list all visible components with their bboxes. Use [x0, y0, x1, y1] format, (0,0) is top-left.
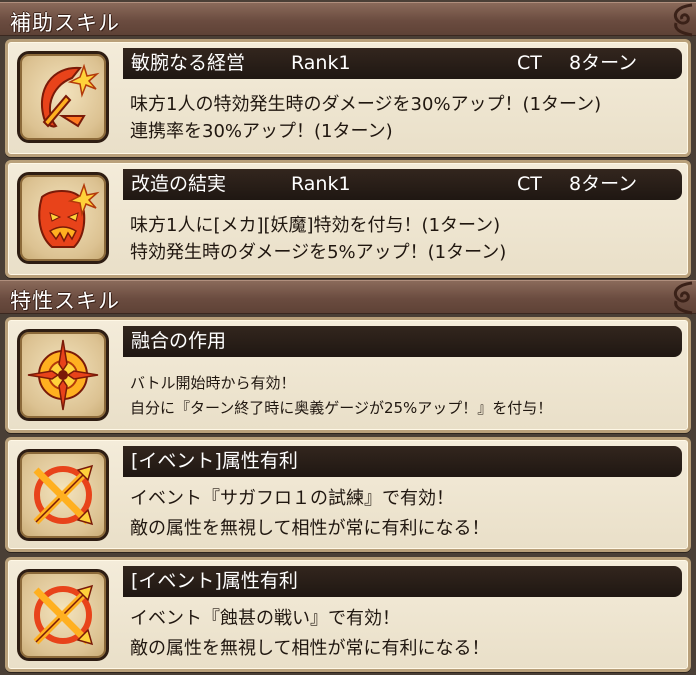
skill-name-bar: 融合の作用 — [123, 326, 682, 357]
skill-description-line-2: 敵の属性を無視して相性が常に有利になる！ — [130, 518, 490, 539]
skill-cooldown: 8ターン — [569, 173, 638, 195]
flourish-ornament-icon — [673, 281, 693, 315]
skill-description-line-1: 味方1人に[メカ][妖魔]特効を付与！(1ターン) — [130, 215, 501, 236]
skill-icon-frame — [17, 569, 109, 661]
section-title-trait: 特性スキル — [10, 289, 120, 313]
skill-name: 融合の作用 — [131, 330, 227, 352]
section-title-support: 補助スキル — [10, 11, 120, 35]
support-skill-card-1[interactable]: 敏腕なる経営 Rank1 CT 8ターン 味方1人の特効発生時のダメージを30%… — [5, 39, 691, 157]
trait-skill-card-2[interactable]: [イベント]属性有利 イベント『サガフロ１の試練』で有効！ 敵の属性を無視して相… — [5, 437, 691, 552]
skill-name-bar: [イベント]属性有利 — [123, 446, 682, 477]
crossed-arrows-icon — [33, 464, 94, 526]
skill-name: [イベント]属性有利 — [131, 450, 298, 472]
skill-name: 敏腕なる経営 — [131, 52, 246, 74]
compass-star-icon — [27, 339, 99, 411]
crescent-slash-icon — [40, 63, 100, 128]
skill-description-line-1: バトル開始時から有効！ — [130, 374, 296, 392]
skill-description-line-2: 特効発生時のダメージを5%アップ！(1ターン) — [130, 242, 507, 263]
skill-icon-frame — [17, 51, 109, 143]
support-skills-header: 補助スキル — [0, 2, 696, 37]
support-skill-card-2[interactable]: 改造の結実 Rank1 CT 8ターン 味方1人に[メカ][妖魔]特効を付与！(… — [5, 160, 691, 278]
flourish-ornament-icon — [673, 3, 693, 37]
trait-skill-card-1[interactable]: 融合の作用 バトル開始時から有効！ 自分に『ターン終了時に奥義ゲージが25%アッ… — [5, 317, 691, 433]
skill-description-line-2: 敵の属性を無視して相性が常に有利になる！ — [130, 638, 490, 659]
skill-rank: Rank1 — [291, 173, 351, 195]
skill-icon-frame — [17, 172, 109, 264]
skill-description-line-2: 自分に『ターン終了時に奥義ゲージが25%アップ！』を付与！ — [130, 399, 553, 417]
skill-description-line-1: イベント『蝕甚の戦い』で有効！ — [130, 608, 400, 629]
skill-icon-frame — [17, 329, 109, 421]
skill-name-bar: [イベント]属性有利 — [123, 566, 682, 597]
skill-name: 改造の結実 — [131, 173, 227, 195]
trait-skills-header: 特性スキル — [0, 280, 696, 315]
skill-description-line-1: 味方1人の特効発生時のダメージを30%アップ！(1ターン) — [130, 94, 602, 115]
skill-description-line-2: 連携率を30%アップ！(1ターン) — [130, 121, 393, 142]
crossed-arrows-icon — [33, 584, 94, 646]
skill-name-bar: 敏腕なる経営 Rank1 CT 8ターン — [123, 48, 682, 79]
trait-skill-card-3[interactable]: [イベント]属性有利 イベント『蝕甚の戦い』で有効！ 敵の属性を無視して相性が常… — [5, 557, 691, 672]
skill-name: [イベント]属性有利 — [131, 570, 298, 592]
skill-rank: Rank1 — [291, 52, 351, 74]
skill-ct-label: CT — [517, 52, 542, 74]
skill-cooldown: 8ターン — [569, 52, 638, 74]
demon-mask-icon — [38, 182, 100, 248]
skill-icon-frame — [17, 449, 109, 541]
skill-description-line-1: イベント『サガフロ１の試練』で有効！ — [130, 488, 454, 509]
skill-ct-label: CT — [517, 173, 542, 195]
skill-name-bar: 改造の結実 Rank1 CT 8ターン — [123, 169, 682, 200]
